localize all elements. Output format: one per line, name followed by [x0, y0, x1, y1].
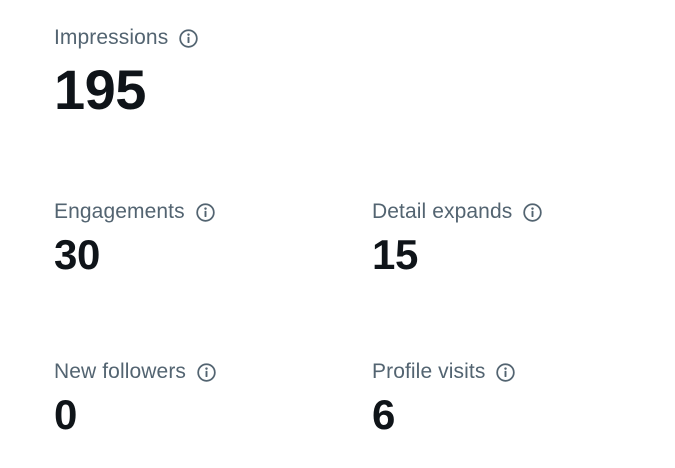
info-icon[interactable] — [178, 28, 199, 49]
metric-new-followers: New followers 0 — [54, 358, 217, 436]
new-followers-value: 0 — [54, 391, 78, 438]
metric-engagements: Engagements 30 — [54, 198, 216, 276]
info-icon[interactable] — [522, 202, 543, 223]
metric-label-row: Detail expands — [372, 198, 543, 226]
profile-visits-label: Profile visits — [372, 360, 486, 383]
metric-label-row: New followers — [54, 358, 217, 386]
detail-expands-label: Detail expands — [372, 200, 513, 223]
metric-label-row: Profile visits — [372, 358, 516, 386]
profile-visits-value: 6 — [372, 391, 396, 438]
metric-label-row: Engagements — [54, 198, 216, 226]
engagements-value: 30 — [54, 231, 101, 278]
metric-label-row: Impressions — [54, 24, 199, 52]
impressions-value: 195 — [54, 58, 146, 121]
metric-profile-visits: Profile visits 6 — [372, 358, 516, 436]
new-followers-label: New followers — [54, 360, 187, 383]
metric-detail-expands: Detail expands 15 — [372, 198, 543, 276]
detail-expands-value: 15 — [372, 231, 419, 278]
info-icon[interactable] — [196, 362, 217, 383]
metric-impressions: Impressions 195 — [54, 24, 199, 118]
info-icon[interactable] — [195, 202, 216, 223]
impressions-label: Impressions — [54, 26, 169, 49]
info-icon[interactable] — [495, 362, 516, 383]
engagements-label: Engagements — [54, 200, 185, 223]
